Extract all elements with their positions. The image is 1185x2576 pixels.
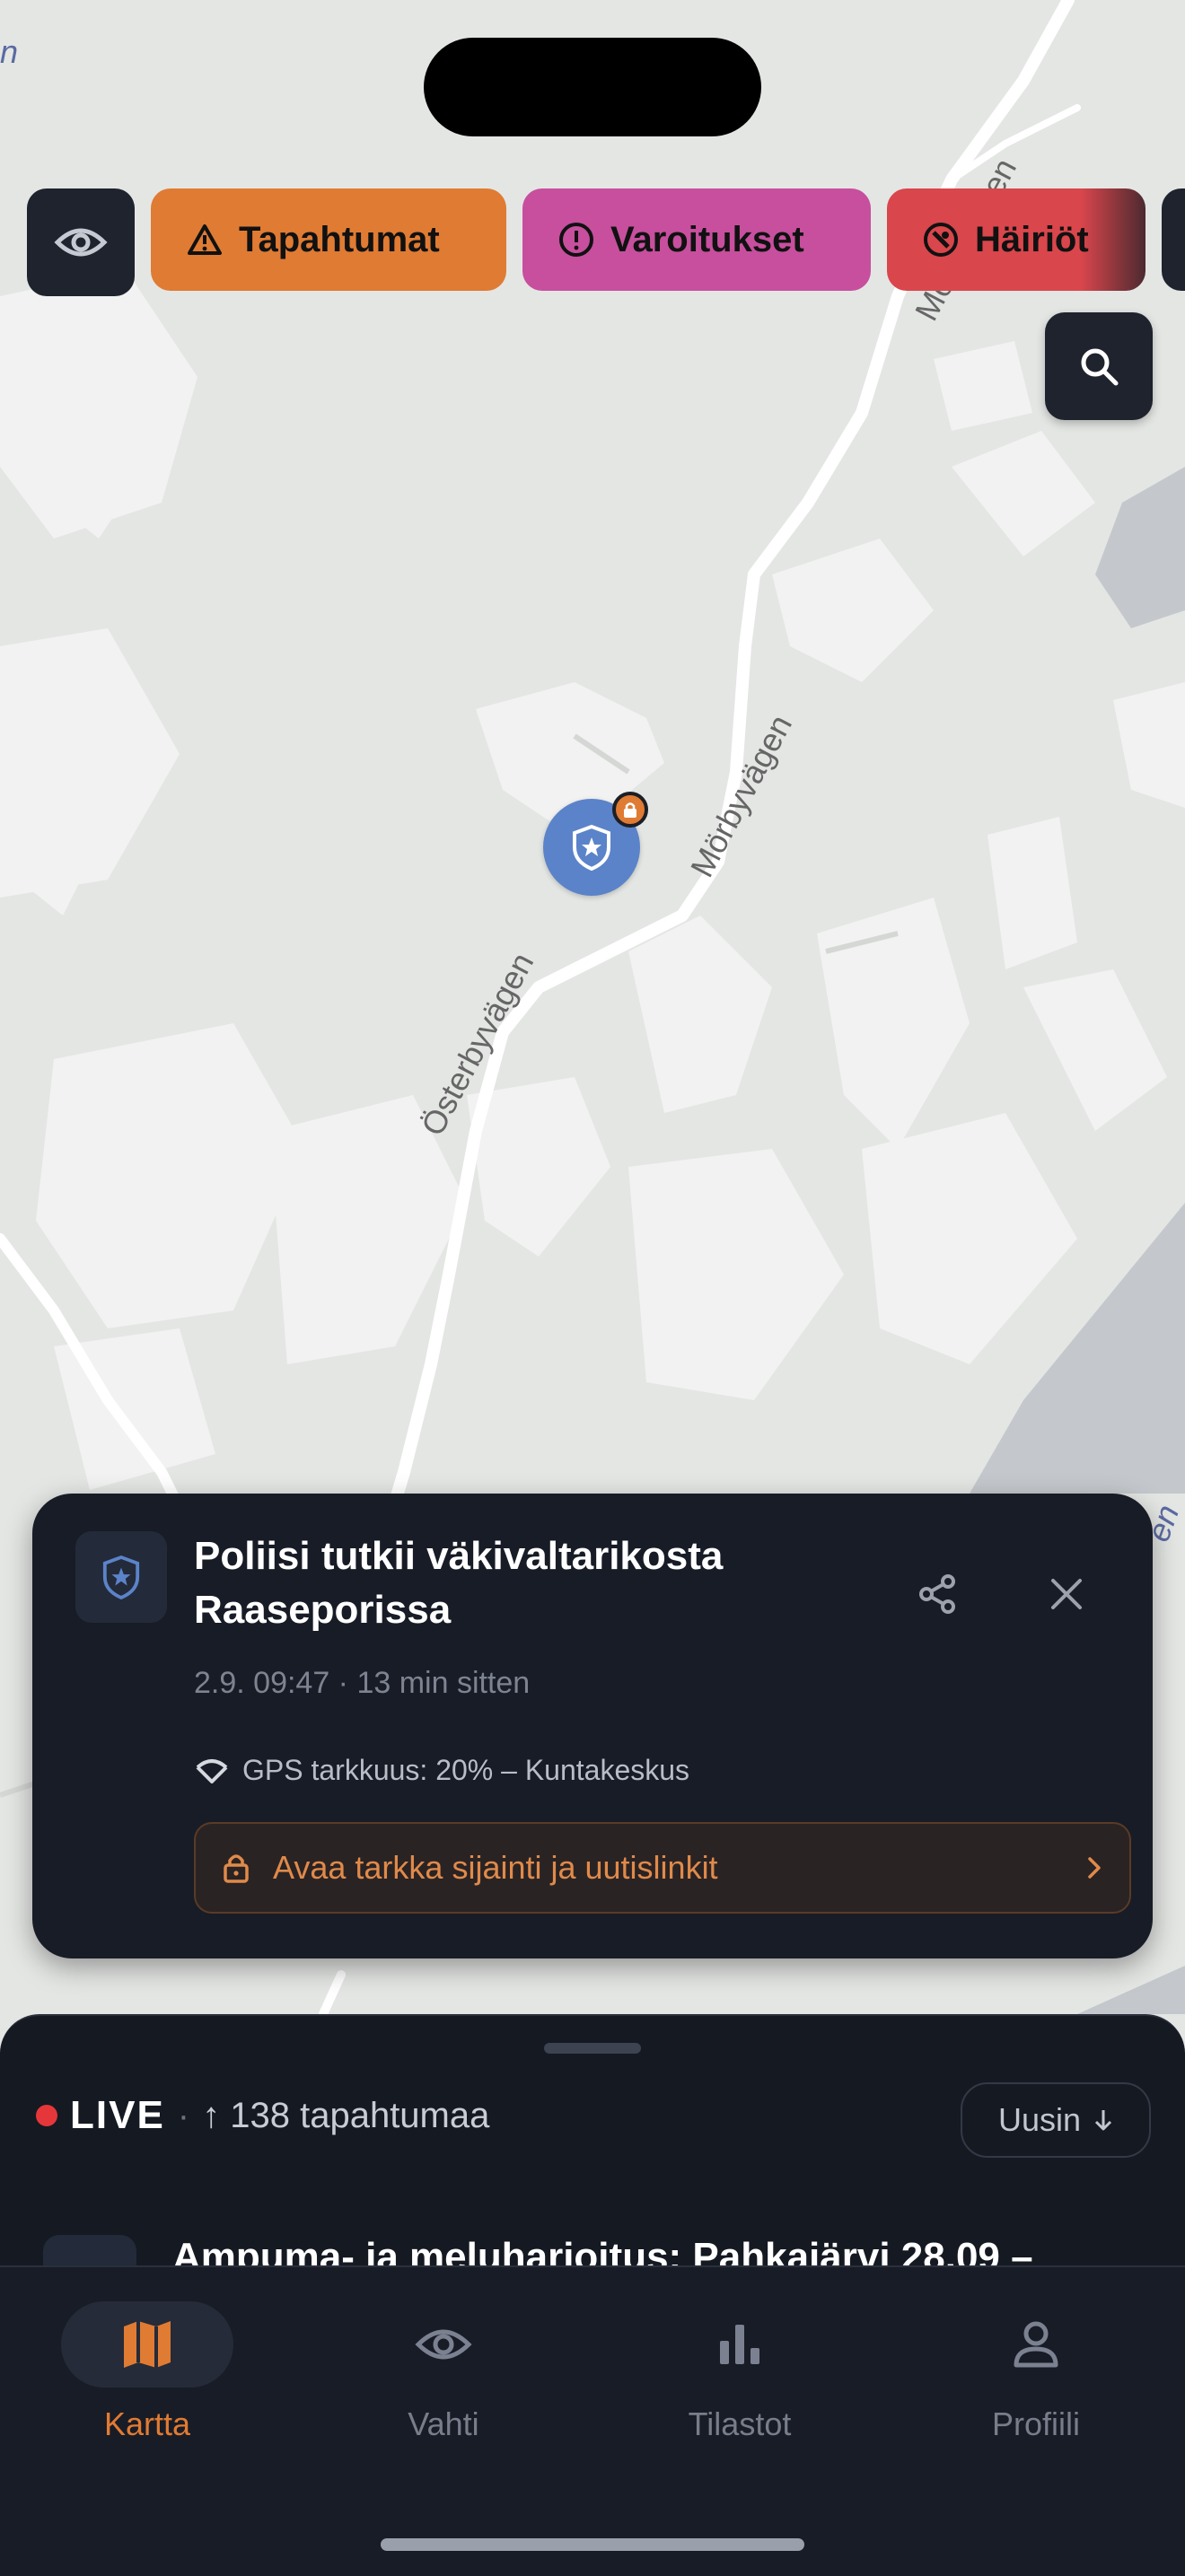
- live-label: LIVE: [70, 2093, 165, 2137]
- list-item-icon: [43, 2235, 136, 2265]
- unlock-location-label: Avaa tarkka sijainti ja uutislinkit: [273, 1849, 718, 1886]
- person-icon: [1014, 2321, 1058, 2368]
- tab-icon-wrap: [61, 2301, 233, 2388]
- eye-icon: [415, 2329, 472, 2360]
- event-timestamp: 2.9. 09:47 · 13 min sitten: [194, 1666, 531, 1700]
- lock-icon: [624, 802, 636, 818]
- tab-watch[interactable]: Vahti: [327, 2301, 560, 2454]
- police-shield-icon: [102, 1555, 140, 1599]
- filter-chip-disruptions[interactable]: Häiriöt: [887, 188, 1146, 291]
- home-indicator[interactable]: [381, 2538, 804, 2551]
- filter-chip-more[interactable]: [1162, 188, 1185, 291]
- visibility-toggle-button[interactable]: [27, 188, 135, 296]
- bar-chart-icon: [720, 2325, 759, 2364]
- close-icon: [1051, 1579, 1082, 1609]
- filter-chip-events[interactable]: Tapahtumat: [151, 188, 506, 291]
- live-indicator-dot: [36, 2105, 57, 2126]
- tab-icon-wrap: [654, 2301, 826, 2388]
- unlock-location-button[interactable]: Avaa tarkka sijainti ja uutislinkit: [194, 1822, 1131, 1914]
- sheet-drag-handle[interactable]: [544, 2043, 641, 2054]
- list-item[interactable]: Ampuma- ja meluharjoitus: Pahkajärvi 28.…: [43, 2235, 1147, 2265]
- tab-map[interactable]: Kartta: [31, 2301, 264, 2454]
- search-button[interactable]: [1045, 312, 1153, 420]
- separator: ·: [177, 2095, 190, 2135]
- tab-label: Kartta: [103, 2405, 191, 2442]
- warning-triangle-icon: [188, 224, 222, 255]
- share-icon: [919, 1574, 955, 1614]
- arrow-down-icon: [1094, 2110, 1112, 2131]
- locked-badge: [612, 792, 648, 828]
- signal-icon: [196, 1758, 228, 1783]
- tab-label: Vahti: [408, 2405, 479, 2442]
- filter-chip-label: Häiriöt: [975, 219, 1089, 259]
- live-status-row: LIVE · ↑ 138 tapahtumaa: [36, 2093, 489, 2138]
- tab-icon-wrap: [357, 2301, 530, 2388]
- event-type-icon-box: [75, 1531, 167, 1623]
- gps-accuracy-text: GPS tarkkuus: 20% – Kuntakeskus: [242, 1754, 690, 1786]
- tab-label: Profiili: [991, 2405, 1080, 2442]
- close-button[interactable]: [1041, 1569, 1092, 1619]
- lock-icon: [224, 1854, 249, 1883]
- list-item-title: Ampuma- ja meluharjoitus: Pahkajärvi 28.…: [172, 2235, 1033, 2265]
- dynamic-island: [424, 38, 761, 136]
- share-button[interactable]: [912, 1569, 962, 1619]
- search-icon: [1081, 348, 1119, 386]
- tab-icon-wrap: [950, 2301, 1122, 2388]
- map-icon: [124, 2321, 171, 2368]
- filter-chip-label: Tapahtumat: [239, 219, 440, 259]
- event-title: Poliisi tutkii väkivaltarikosta Raasepor…: [194, 1534, 724, 1632]
- chevron-right-icon: [1088, 1857, 1101, 1879]
- tab-label: Tilastot: [688, 2405, 792, 2442]
- sort-button[interactable]: Uusin: [961, 2082, 1151, 2158]
- police-shield-icon: [573, 824, 610, 871]
- tab-statistics[interactable]: Tilastot: [623, 2301, 856, 2454]
- disruption-icon: [924, 223, 958, 257]
- sort-label: Uusin: [997, 2101, 1082, 2138]
- filter-chip-label: Varoitukset: [610, 219, 804, 259]
- filter-chip-warnings[interactable]: Varoitukset: [522, 188, 871, 291]
- tab-profile[interactable]: Profiili: [919, 2301, 1153, 2454]
- gps-accuracy: GPS tarkkuus: 20% – Kuntakeskus: [194, 1754, 689, 1787]
- event-count: ↑ 138 tapahtumaa: [202, 2095, 490, 2135]
- exclamation-circle-icon: [559, 223, 593, 257]
- eye-icon: [54, 228, 108, 257]
